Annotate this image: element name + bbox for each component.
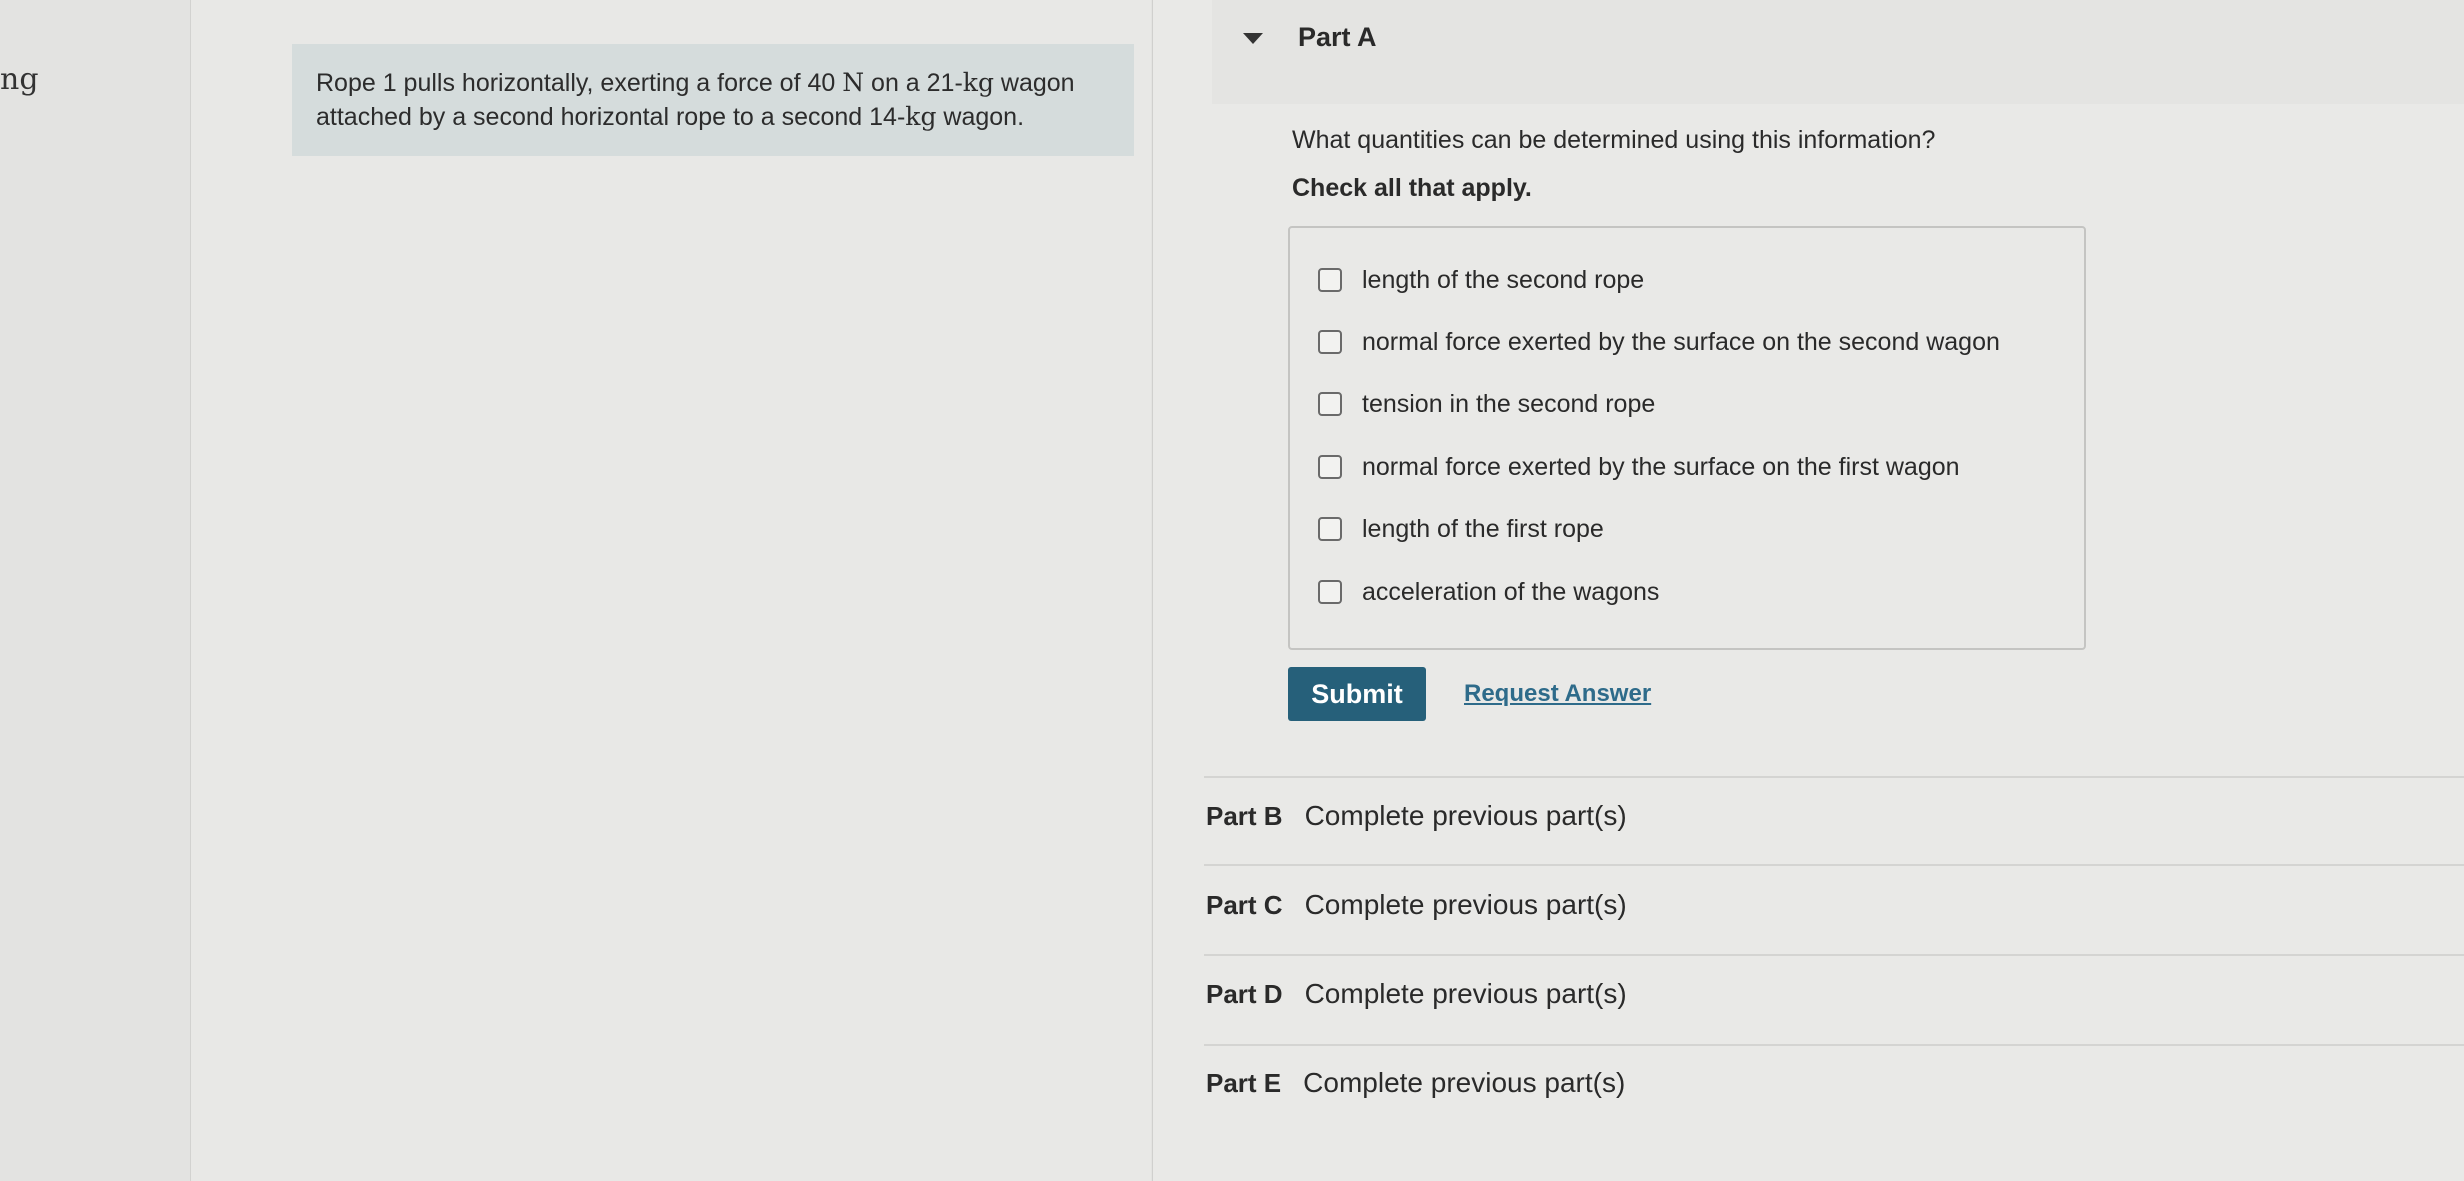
- option-length-first-rope[interactable]: length of the first rope: [1318, 509, 1604, 549]
- problem-pane: [190, 0, 1151, 1181]
- unit-newton: N: [842, 68, 865, 97]
- problem-text: wagon.: [936, 103, 1025, 131]
- problem-line-1: Rope 1 pulls horizontally, exerting a fo…: [316, 66, 1110, 100]
- checkbox[interactable]: [1318, 580, 1342, 604]
- part-a-header[interactable]: [1212, 0, 2464, 104]
- unit-kg: kg: [905, 102, 937, 131]
- request-answer-link[interactable]: Request Answer: [1464, 680, 1651, 708]
- option-length-second-rope[interactable]: length of the second rope: [1318, 260, 1644, 300]
- divider: [1204, 864, 2464, 866]
- problem-statement: Rope 1 pulls horizontally, exerting a fo…: [292, 44, 1134, 156]
- truncated-left-text: ng: [0, 62, 39, 97]
- option-label: length of the second rope: [1362, 265, 1645, 294]
- checkbox[interactable]: [1318, 455, 1342, 479]
- option-label: normal force exerted by the surface on t…: [1362, 327, 2000, 356]
- checkbox[interactable]: [1318, 517, 1342, 541]
- part-status: Complete previous part(s): [1304, 978, 1627, 1009]
- part-label: Part C: [1206, 890, 1283, 920]
- divider: [1204, 954, 2464, 956]
- option-label: acceleration of the wagons: [1362, 577, 1660, 606]
- option-label: tension in the second rope: [1362, 389, 1656, 418]
- option-label: normal force exerted by the surface on t…: [1362, 452, 1960, 481]
- part-a-title[interactable]: Part A: [1298, 22, 1377, 53]
- problem-text: Rope 1 pulls horizontally, exerting a fo…: [316, 69, 843, 97]
- part-c-row[interactable]: Part C Complete previous part(s): [1206, 889, 1627, 921]
- problem-text: wagon: [993, 69, 1075, 97]
- problem-text: attached by a second horizontal rope to …: [316, 103, 906, 131]
- problem-text: on a 21-: [864, 69, 963, 97]
- part-label: Part D: [1206, 979, 1283, 1009]
- part-status: Complete previous part(s): [1304, 800, 1627, 831]
- option-acceleration[interactable]: acceleration of the wagons: [1318, 572, 1659, 612]
- checkbox[interactable]: [1318, 268, 1342, 292]
- instruction-text: Check all that apply.: [1292, 174, 1532, 202]
- divider: [1204, 776, 2464, 778]
- option-normal-force-second-wagon[interactable]: normal force exerted by the surface on t…: [1318, 322, 2000, 362]
- option-tension-second-rope[interactable]: tension in the second rope: [1318, 384, 1655, 424]
- checkbox[interactable]: [1318, 330, 1342, 354]
- option-label: length of the first rope: [1362, 514, 1604, 543]
- question-text: What quantities can be determined using …: [1292, 126, 1936, 154]
- part-e-row[interactable]: Part E Complete previous part(s): [1206, 1067, 1625, 1099]
- divider: [1204, 1044, 2464, 1046]
- part-b-row[interactable]: Part B Complete previous part(s): [1206, 800, 1627, 832]
- checkbox[interactable]: [1318, 392, 1342, 416]
- collapse-caret-icon[interactable]: [1243, 33, 1263, 44]
- unit-kg: kg: [962, 68, 994, 97]
- part-label: Part B: [1206, 801, 1283, 831]
- submit-button[interactable]: Submit: [1288, 667, 1426, 721]
- option-normal-force-first-wagon[interactable]: normal force exerted by the surface on t…: [1318, 447, 1960, 487]
- part-status: Complete previous part(s): [1303, 1067, 1626, 1098]
- part-label: Part E: [1206, 1068, 1282, 1098]
- problem-line-2: attached by a second horizontal rope to …: [316, 100, 1110, 134]
- part-d-row[interactable]: Part D Complete previous part(s): [1206, 978, 1627, 1010]
- part-status: Complete previous part(s): [1304, 889, 1627, 920]
